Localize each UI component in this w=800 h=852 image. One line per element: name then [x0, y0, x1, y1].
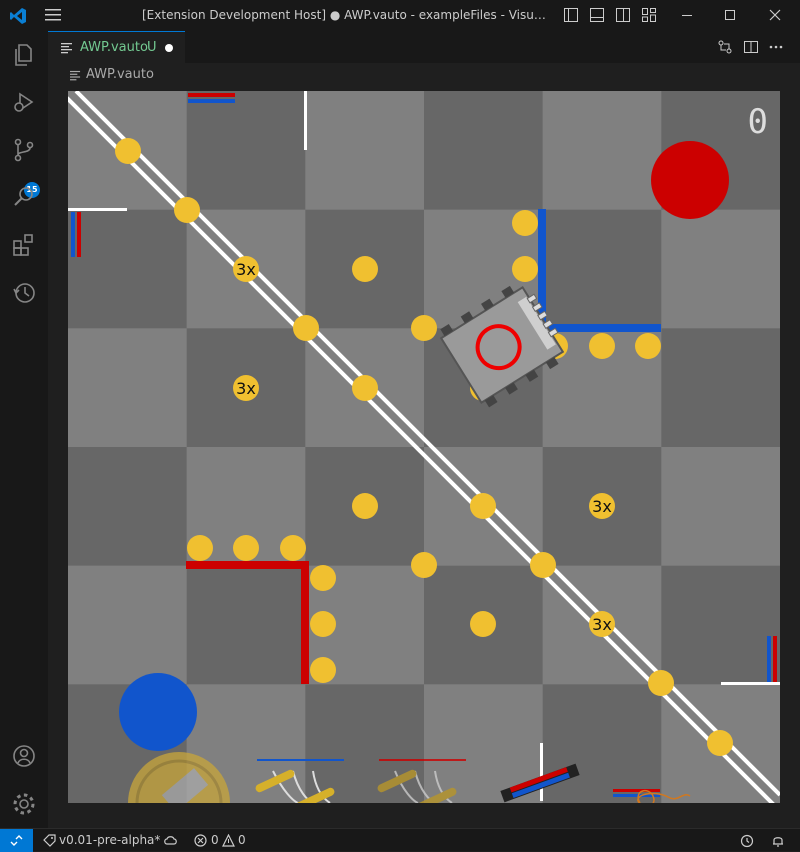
history-icon[interactable]	[740, 834, 754, 848]
red-goal[interactable]	[651, 141, 729, 219]
blue-goal-bar	[188, 99, 235, 103]
field-tile	[424, 91, 544, 211]
blue-goal[interactable]	[119, 673, 197, 751]
white-marker	[721, 682, 780, 685]
maximize-button[interactable]	[724, 9, 736, 21]
ring[interactable]	[233, 535, 259, 561]
minimize-button[interactable]	[681, 9, 693, 21]
score-display: 0	[748, 102, 768, 142]
ring[interactable]	[635, 333, 661, 359]
ring[interactable]	[589, 333, 615, 359]
tag-icon	[43, 834, 56, 847]
ring[interactable]	[174, 197, 200, 223]
window-title: [Extension Development Host] ● AWP.vauto…	[142, 8, 552, 22]
run-debug-icon[interactable]	[10, 88, 38, 116]
file-lines-icon	[61, 43, 72, 54]
blue-side-bar	[71, 212, 75, 257]
hamburger-menu-icon[interactable]	[44, 8, 62, 22]
toggle-panel-icon[interactable]	[589, 7, 605, 23]
search-icon[interactable]	[10, 183, 38, 211]
multiplier-label: 3x	[592, 497, 612, 516]
red-goal-bar	[188, 93, 235, 97]
ring[interactable]	[310, 565, 336, 591]
field-tile	[68, 328, 188, 448]
field-tile	[661, 447, 780, 567]
field-tile	[305, 684, 425, 803]
field-tile	[661, 565, 780, 685]
notifications-bell-icon[interactable]	[771, 834, 785, 848]
breadcrumb-file[interactable]: AWP.vauto	[86, 67, 154, 82]
field-tile	[305, 91, 425, 211]
tab-awp-vauto[interactable]: AWP.vauto U	[48, 31, 185, 63]
explorer-icon[interactable]	[10, 41, 38, 69]
field-tile	[186, 565, 306, 685]
red-side-bar	[77, 212, 81, 257]
customize-layout-icon[interactable]	[641, 7, 657, 23]
editor-tab-bar: AWP.vauto U	[48, 31, 800, 63]
warning-icon[interactable]	[222, 834, 235, 847]
field-tile	[661, 328, 780, 448]
field-tile	[68, 447, 188, 567]
cloud-sync-icon[interactable]	[163, 834, 178, 847]
ring[interactable]	[352, 375, 378, 401]
ring[interactable]	[115, 138, 141, 164]
title-bar: [Extension Development Host] ● AWP.vauto…	[0, 0, 800, 31]
ring[interactable]	[280, 535, 306, 561]
error-count[interactable]: 0	[211, 833, 219, 847]
error-icon[interactable]	[194, 834, 207, 847]
ring[interactable]	[470, 493, 496, 519]
ring[interactable]	[530, 552, 556, 578]
ring[interactable]	[411, 315, 437, 341]
field-tile	[186, 91, 306, 211]
multiplier-label: 3x	[236, 379, 256, 398]
field-canvas[interactable]: 3x 3x 3x 3x 0	[68, 91, 780, 803]
file-lines-icon	[70, 70, 81, 81]
ring[interactable]	[310, 611, 336, 637]
activity-bar: 15	[0, 31, 48, 828]
blue-side-bar	[767, 636, 771, 682]
tab-label: AWP.vauto	[80, 40, 148, 55]
ring[interactable]	[352, 256, 378, 282]
untracked-status: U	[147, 40, 157, 55]
remote-indicator[interactable]	[0, 829, 33, 852]
ring[interactable]	[512, 210, 538, 236]
ring[interactable]	[293, 315, 319, 341]
more-actions-icon[interactable]	[768, 39, 784, 55]
version-label[interactable]: v0.01-pre-alpha*	[59, 833, 160, 847]
settings-gear-icon[interactable]	[10, 790, 38, 818]
open-changes-icon[interactable]	[717, 39, 733, 55]
status-bar: v0.01-pre-alpha* 0 0	[0, 828, 800, 852]
toggle-secondary-sidebar-icon[interactable]	[615, 7, 631, 23]
extensions-icon[interactable]	[10, 231, 38, 259]
timeline-icon[interactable]	[10, 279, 38, 307]
white-marker	[304, 91, 307, 150]
multiplier-label: 3x	[236, 260, 256, 279]
remote-icon	[10, 835, 23, 846]
multiplier-label: 3x	[592, 615, 612, 634]
split-editor-icon[interactable]	[743, 39, 759, 55]
field-tile	[542, 91, 662, 211]
ring[interactable]	[512, 256, 538, 282]
ring[interactable]	[707, 730, 733, 756]
warning-count[interactable]: 0	[238, 833, 246, 847]
source-control-icon[interactable]	[10, 136, 38, 164]
ring[interactable]	[310, 657, 336, 683]
field-tile	[542, 684, 662, 803]
unsaved-dot-icon[interactable]	[165, 44, 173, 52]
ring[interactable]	[470, 611, 496, 637]
ring[interactable]	[411, 552, 437, 578]
field-tile	[542, 209, 662, 329]
white-marker	[68, 208, 127, 211]
toggle-primary-sidebar-icon[interactable]	[563, 7, 579, 23]
close-button[interactable]	[769, 9, 781, 21]
ring[interactable]	[352, 493, 378, 519]
field-tile	[68, 209, 188, 329]
ring[interactable]	[187, 535, 213, 561]
field-tile	[661, 209, 780, 329]
red-side-bar	[773, 636, 777, 682]
vscode-logo-icon[interactable]	[9, 7, 27, 25]
account-icon[interactable]	[10, 742, 38, 770]
field-tile	[68, 565, 188, 685]
ring[interactable]	[648, 670, 674, 696]
